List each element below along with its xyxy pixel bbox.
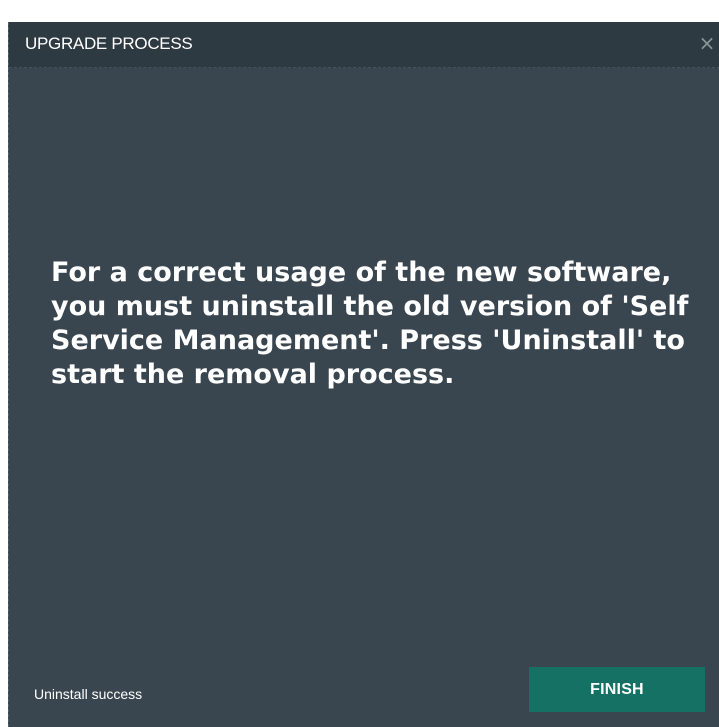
close-icon[interactable]: × [694, 22, 719, 68]
uninstall-message: For a correct usage of the new software,… [51, 257, 689, 390]
upgrade-dialog: UPGRADE PROCESS × For a correct usage of… [8, 22, 719, 727]
dialog-titlebar: UPGRADE PROCESS × [9, 22, 719, 68]
finish-button[interactable]: FINISH [529, 667, 705, 712]
status-text: Uninstall success [34, 686, 143, 702]
dialog-title: UPGRADE PROCESS [25, 34, 193, 53]
